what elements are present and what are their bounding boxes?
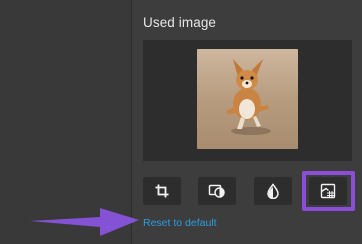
color-droplet-button[interactable]: [254, 177, 292, 205]
selected-tool-highlight: [302, 171, 355, 211]
image-thumbnail[interactable]: [197, 49, 298, 149]
crop-button[interactable]: [143, 177, 181, 205]
droplet-icon: [266, 183, 280, 199]
pointer-arrow-icon: [26, 203, 141, 239]
reset-to-default-link[interactable]: Reset to default: [143, 217, 217, 229]
image-replace-icon: [208, 183, 226, 199]
panel-title: Used image: [143, 15, 217, 30]
crop-icon: [154, 183, 170, 199]
replace-image-button[interactable]: [198, 177, 236, 205]
